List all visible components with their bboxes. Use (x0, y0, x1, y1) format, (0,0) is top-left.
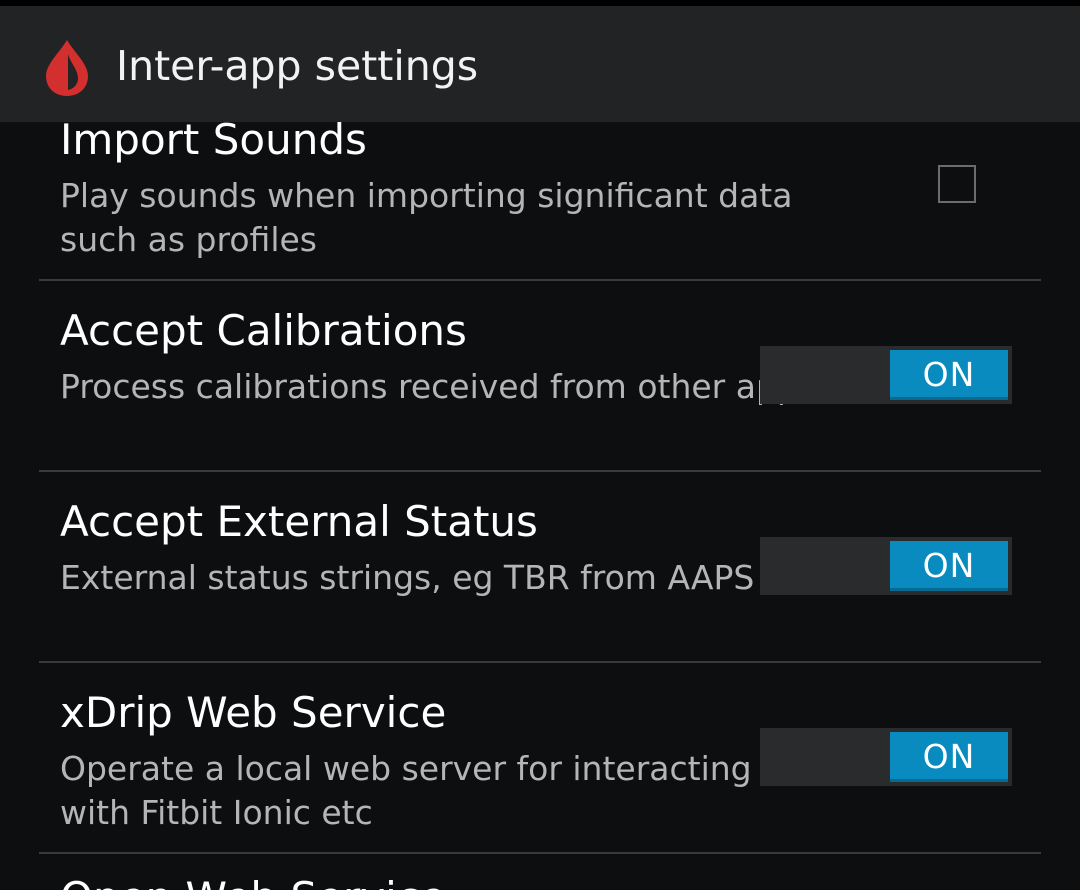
pref-title: Open Web Service (60, 872, 446, 890)
switch-on-label: ON (890, 541, 1008, 591)
page-title: Inter-app settings (116, 42, 479, 90)
pref-summary: Play sounds when importing significant d… (60, 176, 793, 259)
pref-title: Accept External Status (60, 497, 538, 546)
preference-list: Import Sounds Play sounds when importing… (0, 0, 1080, 890)
xdrip-web-service-switch[interactable]: ON (760, 728, 1012, 786)
divider (39, 279, 1041, 281)
accept-external-status-switch[interactable]: ON (760, 537, 1012, 595)
switch-on-label: ON (890, 732, 1008, 782)
pref-summary: Process calibrations received from other… (60, 367, 816, 406)
pref-title: Accept Calibrations (60, 306, 467, 355)
divider (39, 852, 1041, 854)
divider (39, 661, 1041, 663)
action-bar: Inter-app settings (0, 6, 1080, 122)
divider (39, 470, 1041, 472)
pref-summary: Operate a local web server for interacti… (60, 749, 752, 832)
accept-calibrations-switch[interactable]: ON (760, 346, 1012, 404)
pref-title: xDrip Web Service (60, 688, 447, 737)
blood-drop-icon[interactable] (40, 38, 94, 98)
pref-summary: External status strings, eg TBR from AAP… (60, 558, 755, 597)
settings-screen: Import Sounds Play sounds when importing… (0, 0, 1080, 890)
switch-on-label: ON (890, 350, 1008, 400)
import-sounds-checkbox[interactable] (938, 165, 976, 203)
